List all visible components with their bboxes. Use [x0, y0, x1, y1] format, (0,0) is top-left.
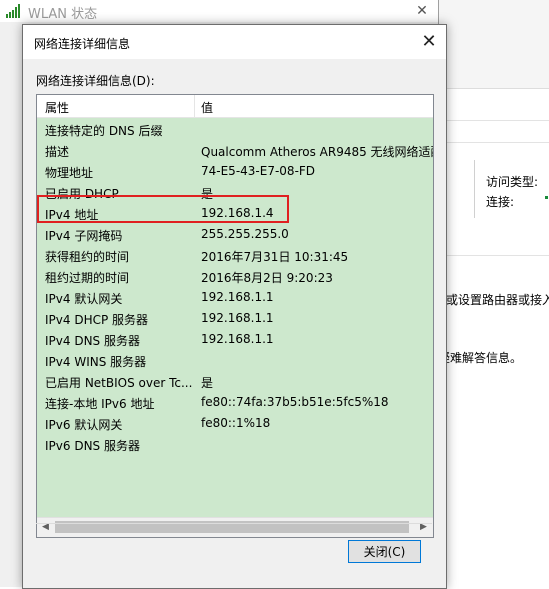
table-row[interactable]: 描述 Qualcomm Atheros AR9485 无线网络适配器 [37, 140, 433, 161]
value-cell: 2016年8月2日 9:20:23 [201, 271, 333, 285]
table-row[interactable]: IPv4 DHCP 服务器 192.168.1.1 [37, 308, 433, 329]
value-cell: 192.168.1.1 [201, 311, 274, 325]
property-cell: 物理地址 [45, 166, 94, 180]
table-row[interactable]: IPv6 默认网关 fe80::1%18 [37, 413, 433, 434]
divider [438, 255, 549, 256]
wlan-status-titlebar: WLAN 状态 ✕ [0, 0, 438, 22]
property-cell: 租约过期的时间 [45, 271, 130, 285]
property-cell: IPv4 子网掩码 [45, 229, 123, 243]
divider [474, 160, 475, 218]
access-type-label: 访问类型: [486, 175, 539, 189]
table-row[interactable]: 物理地址 74-E5-43-E7-08-FD [37, 161, 433, 182]
network-center-window: 访问类型: 连接: 或设置路由器或接入 疑难解答信息。 [438, 0, 549, 587]
list-header: 属性 值 [37, 95, 433, 118]
divider [438, 120, 549, 121]
value-cell: 2016年7月31日 10:31:45 [201, 250, 349, 264]
value-cell: 192.168.1.1 [201, 332, 274, 346]
divider [36, 523, 432, 524]
close-button[interactable]: 关闭(C) [348, 540, 421, 563]
ipv4-highlight-box [37, 195, 289, 223]
property-cell: IPv4 默认网关 [45, 292, 123, 306]
horizontal-scrollbar[interactable]: ◀ ▶ [37, 517, 433, 537]
connection-label: 连接: [486, 195, 515, 209]
wifi-signal-icon [6, 4, 20, 18]
value-cell: 192.168.1.1 [201, 290, 274, 304]
property-cell: 连接特定的 DNS 后缀 [45, 124, 163, 138]
scroll-right-icon[interactable]: ▶ [415, 518, 432, 537]
troubleshoot-text: 疑难解答信息。 [438, 351, 523, 365]
value-cell: 255.255.255.0 [201, 227, 289, 241]
value-cell: 是 [201, 376, 214, 390]
close-icon[interactable]: ✕ [415, 29, 443, 55]
value-cell: Qualcomm Atheros AR9485 无线网络适配器 [201, 145, 433, 159]
property-cell: IPv4 WINS 服务器 [45, 355, 147, 369]
setup-router-text: 或设置路由器或接入 [446, 293, 549, 307]
table-row[interactable]: IPv6 DNS 服务器 [37, 434, 433, 455]
value-cell: 74-E5-43-E7-08-FD [201, 164, 316, 178]
network-details-dialog: 网络连接详细信息 ✕ 网络连接详细信息(D): 属性 值 连接特定的 DNS 后… [22, 24, 447, 589]
property-cell: IPv6 DNS 服务器 [45, 439, 140, 453]
table-row[interactable]: IPv4 子网掩码 255.255.255.0 [37, 224, 433, 245]
dialog-titlebar: 网络连接详细信息 ✕ [23, 25, 446, 59]
divider [438, 142, 549, 143]
property-cell: IPv4 DNS 服务器 [45, 334, 140, 348]
property-cell: 连接-本地 IPv6 地址 [45, 397, 155, 411]
property-cell: 获得租约的时间 [45, 250, 130, 264]
table-row[interactable]: IPv4 默认网关 192.168.1.1 [37, 287, 433, 308]
table-row[interactable]: IPv4 WINS 服务器 [37, 350, 433, 371]
column-resize-handle[interactable] [194, 95, 195, 117]
table-row[interactable]: 连接-本地 IPv6 地址 fe80::74fa:37b5:b51e:5fc5%1… [37, 392, 433, 413]
column-header-property[interactable]: 属性 [45, 99, 69, 116]
table-row[interactable]: 已启用 NetBIOS over Tc... 是 [37, 371, 433, 392]
network-center-toolbar [438, 0, 549, 89]
property-cell: IPv4 DHCP 服务器 [45, 313, 149, 327]
connection-link-indicator[interactable] [545, 196, 548, 199]
details-list[interactable]: 属性 值 连接特定的 DNS 后缀 描述 Qualcomm Atheros AR94… [36, 94, 434, 538]
table-row[interactable]: 租约过期的时间 2016年8月2日 9:20:23 [37, 266, 433, 287]
table-row[interactable]: 获得租约的时间 2016年7月31日 10:31:45 [37, 245, 433, 266]
table-row[interactable]: 连接特定的 DNS 后缀 [37, 119, 433, 140]
value-cell: fe80::1%18 [201, 416, 271, 430]
wlan-status-title: WLAN 状态 [28, 7, 98, 22]
close-icon[interactable]: ✕ [411, 0, 433, 22]
property-cell: 已启用 NetBIOS over Tc... [45, 376, 193, 390]
property-cell: IPv6 默认网关 [45, 418, 123, 432]
dialog-title: 网络连接详细信息 [34, 37, 131, 51]
details-list-label: 网络连接详细信息(D): [36, 74, 155, 88]
value-cell: fe80::74fa:37b5:b51e:5fc5%18 [201, 395, 389, 409]
table-row[interactable]: IPv4 DNS 服务器 192.168.1.1 [37, 329, 433, 350]
scroll-left-icon[interactable]: ◀ [37, 518, 54, 537]
column-header-value[interactable]: 值 [201, 99, 213, 116]
property-cell: 描述 [45, 145, 70, 159]
